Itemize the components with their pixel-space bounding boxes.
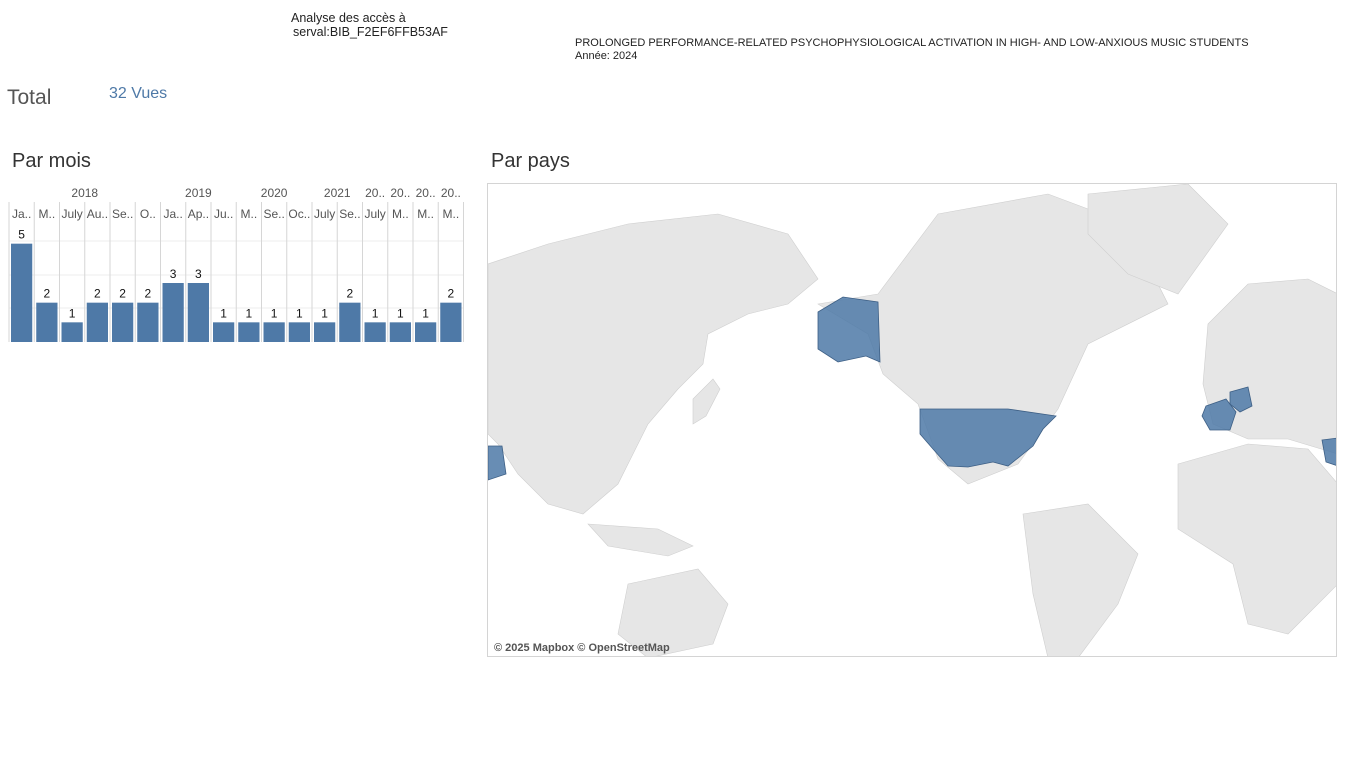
- bar-15[interactable]: [389, 322, 411, 342]
- bar-5[interactable]: [137, 302, 159, 342]
- month-label-17: M..: [443, 207, 460, 221]
- asia-landmass: [488, 213, 819, 515]
- bar-value-label-13: 2: [347, 287, 354, 301]
- analysis-label: Analyse des accès à: [291, 11, 406, 25]
- bar-1[interactable]: [36, 302, 58, 342]
- month-label-3: Au..: [87, 207, 108, 221]
- bar-value-label-2: 1: [69, 306, 76, 320]
- bar-value-label-15: 1: [397, 306, 404, 320]
- total-label: Total: [7, 86, 52, 109]
- total-views: 32 Vues: [109, 85, 168, 102]
- bar-value-label-6: 3: [170, 267, 177, 281]
- bar-0[interactable]: [11, 243, 33, 342]
- bar-value-label-1: 2: [44, 287, 51, 301]
- bar-value-label-7: 3: [195, 267, 202, 281]
- record-id: serval:BIB_F2EF6FFB53AF: [293, 25, 448, 39]
- analysis-header: Analyse des accès à serval:BIB_F2EF6FFB5…: [291, 11, 448, 39]
- bar-2[interactable]: [61, 322, 83, 342]
- month-label-14: July: [364, 207, 385, 221]
- year-label-7: 20..: [441, 186, 461, 200]
- month-label-5: O..: [140, 207, 156, 221]
- bar-6[interactable]: [162, 283, 184, 342]
- month-label-8: Ju..: [214, 207, 233, 221]
- year-label-0: 2018: [71, 186, 98, 200]
- bar-7[interactable]: [187, 283, 209, 342]
- bar-value-label-8: 1: [220, 306, 227, 320]
- year-label-6: 20..: [416, 186, 436, 200]
- year-label-3: 2021: [324, 186, 351, 200]
- month-label-15: M..: [392, 207, 409, 221]
- monthly-title: Par mois: [12, 150, 91, 172]
- publication-year: Année: 2024: [575, 50, 638, 62]
- bar-10[interactable]: [263, 322, 285, 342]
- monthly-bar-chart: 2018 2019 2020 2021 20.. 20.. 20.. 20.. Ja.. M.. J…: [0, 180, 470, 355]
- bar-12[interactable]: [314, 322, 336, 342]
- bar-9[interactable]: [238, 322, 260, 342]
- year-label-5: 20..: [390, 186, 410, 200]
- bar-value-label-10: 1: [271, 306, 278, 320]
- publication-title: PROLONGED PERFORMANCE-RELATED PSYCHOPHYS…: [575, 37, 1249, 49]
- bar-value-label-12: 1: [321, 306, 328, 320]
- year-label-2: 2020: [261, 186, 288, 200]
- month-label-11: Oc..: [288, 207, 310, 221]
- south-america-landmass: [1022, 503, 1139, 656]
- africa-landmass: [1177, 443, 1336, 635]
- bar-value-label-17: 2: [448, 287, 455, 301]
- bar-value-label-11: 1: [296, 306, 303, 320]
- month-label-10: Se..: [263, 207, 284, 221]
- publication-header: PROLONGED PERFORMANCE-RELATED PSYCHOPHYS…: [575, 37, 1249, 63]
- month-label-12: July: [314, 207, 335, 221]
- country-map[interactable]: [487, 183, 1337, 657]
- bar-value-label-3: 2: [94, 287, 101, 301]
- bar-14[interactable]: [364, 322, 386, 342]
- month-label-9: M..: [241, 207, 258, 221]
- indonesia-landmass: [587, 523, 694, 557]
- world-map-svg: [488, 184, 1337, 656]
- bar-13[interactable]: [339, 302, 361, 342]
- bar-value-label-5: 2: [145, 287, 152, 301]
- month-label-1: M..: [39, 207, 56, 221]
- country-title: Par pays: [491, 150, 570, 172]
- month-label-4: Se..: [112, 207, 133, 221]
- bar-4[interactable]: [112, 302, 134, 342]
- month-label-7: Ap..: [188, 207, 209, 221]
- map-attribution: © 2025 Mapbox © OpenStreetMap: [494, 642, 670, 654]
- bar-8[interactable]: [213, 322, 235, 342]
- bar-value-label-9: 1: [246, 306, 253, 320]
- bar-value-label-16: 1: [422, 306, 429, 320]
- month-label-13: Se..: [339, 207, 360, 221]
- month-label-0: Ja..: [12, 207, 31, 221]
- east-edge-region[interactable]: [1321, 437, 1337, 466]
- bar-value-label-14: 1: [372, 306, 379, 320]
- year-label-4: 20..: [365, 186, 385, 200]
- month-label-2: July: [61, 207, 82, 221]
- japan-landmass: [692, 378, 721, 425]
- bar-17[interactable]: [440, 302, 462, 342]
- bar-16[interactable]: [415, 322, 437, 342]
- bar-value-label-0: 5: [18, 228, 25, 242]
- year-label-1: 2019: [185, 186, 212, 200]
- bar-3[interactable]: [86, 302, 108, 342]
- month-label-6: Ja..: [163, 207, 182, 221]
- month-label-16: M..: [417, 207, 434, 221]
- alaska-region[interactable]: [817, 296, 881, 363]
- monthly-bar-chart-svg: 2018 2019 2020 2021 20.. 20.. 20.. 20.. Ja.. M.. J…: [8, 186, 464, 342]
- bar-11[interactable]: [288, 322, 310, 342]
- bar-value-label-4: 2: [119, 287, 126, 301]
